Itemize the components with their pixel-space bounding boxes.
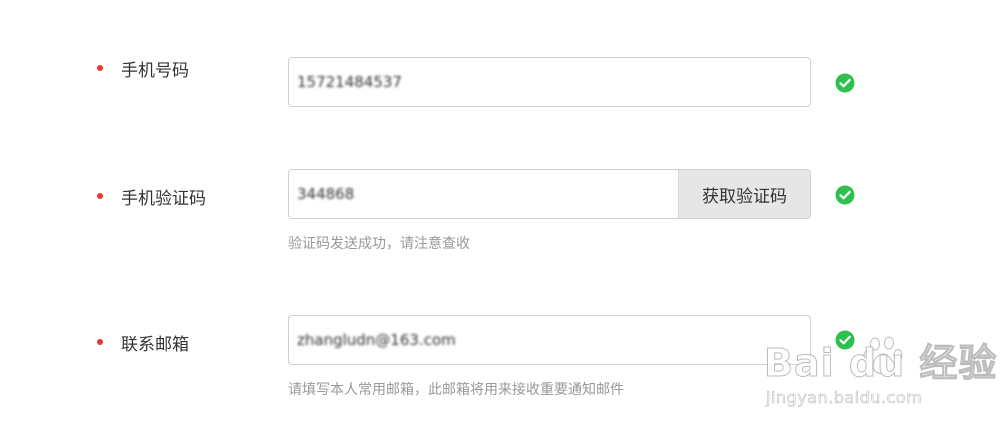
watermark-sub-text: jingyan.baidu.com [766, 388, 923, 408]
verify-code-label: 手机验证码 [121, 189, 206, 209]
verify-code-field: 获取验证码 [288, 169, 811, 219]
email-label: 联系邮箱 [121, 335, 189, 355]
paw-icon [863, 336, 903, 375]
phone-label: 手机号码 [121, 61, 189, 81]
check-circle-icon [835, 330, 855, 350]
check-circle-icon [835, 185, 855, 205]
verify-code-input[interactable] [289, 170, 679, 218]
email-hint: 请填写本人常用邮箱，此邮箱将用来接收重要通知邮件 [288, 382, 624, 398]
email-input[interactable] [289, 316, 810, 364]
required-dot [97, 65, 103, 71]
required-dot [97, 339, 103, 345]
check-circle-icon [835, 73, 855, 93]
verify-code-hint: 验证码发送成功，请注意查收 [288, 236, 470, 252]
required-dot [97, 193, 103, 199]
phone-field [288, 57, 811, 107]
get-code-button[interactable]: 获取验证码 [678, 170, 810, 218]
phone-input[interactable] [289, 58, 810, 106]
email-field [288, 315, 811, 365]
